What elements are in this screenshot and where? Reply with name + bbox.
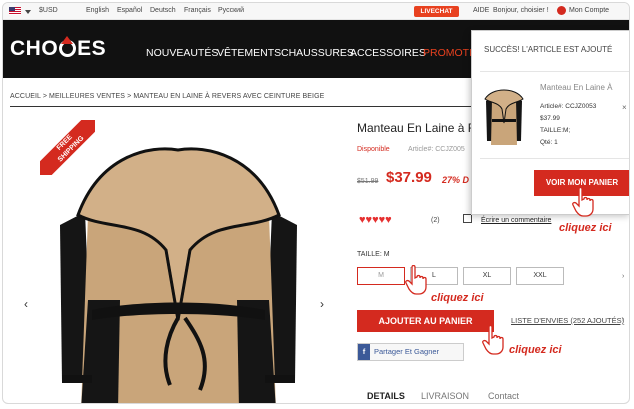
cart-added-popup: SUCCÈS! L'ARTICLE EST AJOUTÉ Manteau En … [471,30,629,215]
edit-icon[interactable] [463,214,472,223]
scroll-arrow-icon[interactable]: › [622,316,624,323]
size-label: TAILLE: M [357,251,390,258]
popup-article: Article#: CCJZ0053 [540,103,597,110]
livechat-button[interactable]: LIVECHAT [414,6,459,17]
aide-link[interactable]: AIDE [473,7,489,14]
wishlist-link[interactable]: LISTE D'ENVIES (252 AJOUTÉS) [511,316,624,325]
tab-contact[interactable]: Contact [488,391,519,401]
rating-hearts-icon: ♥♥♥♥♥ [359,214,392,226]
facebook-icon: f [358,344,370,360]
old-price: $51.99 [357,178,379,185]
free-shipping-ribbon: FREE SHIPPING [40,120,95,175]
chevron-down-icon[interactable] [25,10,31,14]
size-option-xxl[interactable]: XXL [516,267,564,285]
popup-quantity: Qté: 1 [540,139,558,146]
breadcrumb[interactable]: ACCUEIL > MEILLEURES VENTES > MANTEAU EN… [10,93,324,100]
size-option-m[interactable]: M [357,267,405,285]
tab-details[interactable]: DETAILS [367,391,405,401]
popup-close-icon[interactable]: × [622,103,627,112]
prev-image-arrow-icon[interactable]: ‹ [24,297,28,311]
next-image-arrow-icon[interactable]: › [320,297,324,311]
scroll-arrow-icon[interactable]: › [622,273,624,280]
lang-francais[interactable]: Français [184,7,211,14]
nav-accessoires[interactable]: ACCESSOIRES [350,47,426,59]
size-option-xl[interactable]: XL [463,267,511,285]
product-title: Manteau En Laine à R [357,121,477,135]
lang-english[interactable]: English [86,7,109,14]
annotation-cliquez-2: cliquez ici [431,292,484,304]
availability-status: Disponible [357,146,390,153]
greeting-text: Bonjour, choisier ! [493,7,549,14]
article-number: Article#: CCJZ005 [408,146,465,153]
account-icon[interactable] [557,6,566,15]
nav-nouveautes[interactable]: NOUVEAUTÉS [146,47,218,59]
lang-deutsch[interactable]: Deutsch [150,7,176,14]
popup-divider-2 [480,158,629,159]
popup-size: TAILLE:M; [540,127,571,134]
logo-hat-icon [59,36,77,57]
pointer-hand-icon [405,265,427,295]
write-review-link[interactable]: Écrire un commentaire [481,217,551,224]
annotation-cliquez-1: cliquez ici [559,222,612,234]
annotation-cliquez-3: cliquez ici [509,344,562,356]
pointer-hand-icon [482,325,504,355]
popup-divider [480,71,629,72]
facebook-share-button[interactable]: f Partager Et Gagner [357,343,464,361]
tab-livraison[interactable]: LIVRAISON [421,391,469,401]
popup-price: $37.99 [540,115,560,122]
us-flag-icon[interactable] [9,7,21,15]
site-logo[interactable]: CHO ES [10,36,106,61]
popup-item-name[interactable]: Manteau En Laine À [540,83,613,92]
current-price: $37.99 [386,169,432,186]
discount-badge: 27% D [442,175,470,185]
popup-product-thumbnail[interactable] [482,83,526,145]
page-frame: $USD English Español Deutsch Français Ру… [2,2,630,404]
lang-espanol[interactable]: Español [117,7,142,14]
share-label: Partager Et Gagner [374,347,440,356]
popup-success-message: SUCCÈS! L'ARTICLE EST AJOUTÉ [484,45,613,54]
nav-vetements[interactable]: VÊTEMENTS [217,47,281,59]
add-to-cart-button[interactable]: AJOUTER AU PANIER [357,310,494,332]
ribbon-text: FREE SHIPPING [40,120,95,175]
currency-selector[interactable]: $USD [39,7,58,14]
lang-russian[interactable]: Русский [218,7,244,14]
nav-chaussures[interactable]: CHAUSSURES [281,47,354,59]
rating-count[interactable]: (2) [431,217,440,224]
pointer-hand-icon [572,187,594,217]
top-utility-bar: $USD English Español Deutsch Français Ру… [3,3,629,20]
account-link[interactable]: Mon Compte [569,7,609,14]
